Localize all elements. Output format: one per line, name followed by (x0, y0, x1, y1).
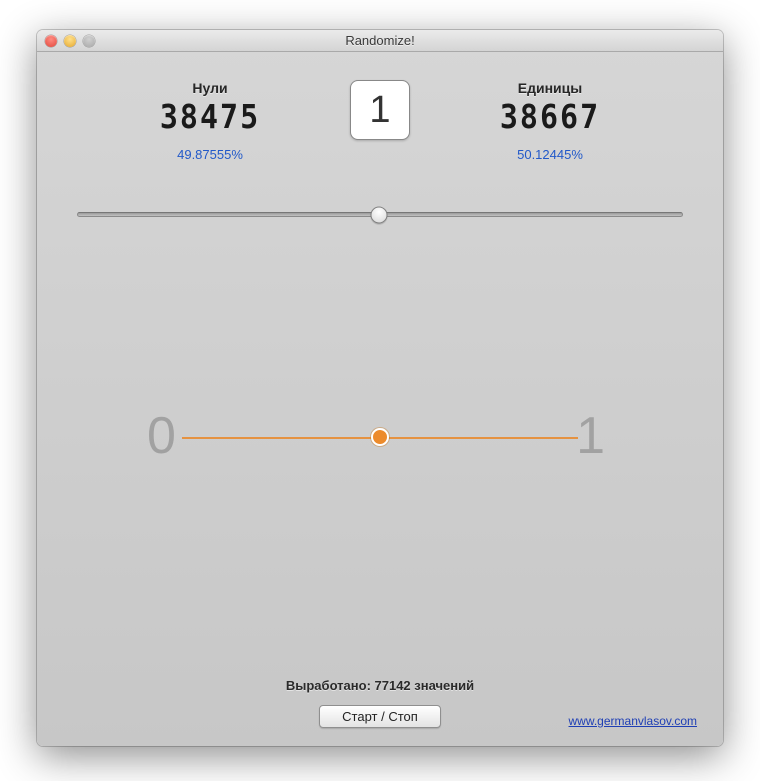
current-value: 1 (369, 89, 390, 132)
app-window: Randomize! Нули 38475 49.87555% 1 Единиц… (37, 30, 723, 746)
viz-one-label: 1 (576, 406, 605, 466)
author-link[interactable]: www.germanvlasov.com (569, 714, 697, 728)
zeros-count: 38475 (100, 98, 320, 137)
stats-row: Нули 38475 49.87555% 1 Единицы 38667 50.… (37, 80, 723, 162)
start-stop-button[interactable]: Старт / Стоп (319, 705, 441, 728)
current-value-box: 1 (350, 80, 410, 140)
visualizer: 0 1 (157, 402, 603, 472)
content-area: Нули 38475 49.87555% 1 Единицы 38667 50.… (37, 52, 723, 746)
ones-count: 38667 (440, 98, 660, 137)
ones-column: Единицы 38667 50.12445% (440, 80, 660, 162)
balance-slider[interactable] (77, 212, 683, 217)
generated-text: Выработано: 77142 значений (37, 678, 723, 693)
slider-track (77, 212, 683, 217)
ones-percent: 50.12445% (440, 147, 660, 162)
window-title: Randomize! (37, 33, 723, 48)
slider-thumb[interactable] (370, 206, 387, 223)
zeros-label: Нули (100, 80, 320, 96)
viz-dot-icon (371, 428, 389, 446)
ones-label: Единицы (440, 80, 660, 96)
titlebar: Randomize! (37, 30, 723, 52)
viz-zero-label: 0 (147, 406, 176, 466)
zeros-column: Нули 38475 49.87555% (100, 80, 320, 162)
zeros-percent: 49.87555% (100, 147, 320, 162)
